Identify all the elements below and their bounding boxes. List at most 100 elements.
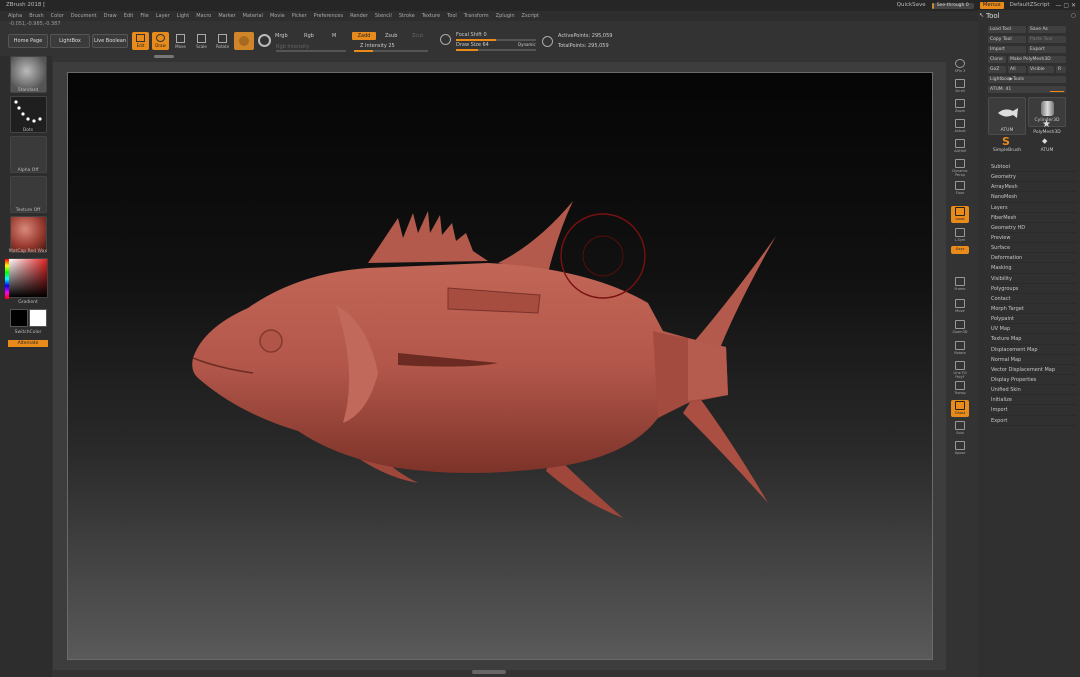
clone-button[interactable]: Clone <box>988 56 1006 63</box>
tuna-model[interactable] <box>68 73 934 661</box>
draw-mode-button[interactable]: Draw <box>152 32 169 50</box>
subpalette-subtool[interactable]: Subtool <box>991 162 1077 173</box>
scroll-button[interactable]: Scroll <box>951 78 969 95</box>
rotate-mode-button[interactable]: Rotate <box>214 32 231 50</box>
subpalette-displacement-map[interactable]: Displacement Map <box>991 345 1077 355</box>
switchcolor-button[interactable]: SwitchColor <box>5 330 51 335</box>
menu-marker[interactable]: Marker <box>218 11 235 21</box>
gxyz-button[interactable]: Gxyz <box>951 246 969 254</box>
transp-button[interactable]: Transp <box>951 380 969 397</box>
menu-macro[interactable]: Macro <box>196 11 211 21</box>
main-color-swatch[interactable] <box>10 309 28 327</box>
menu-alpha[interactable]: Alpha <box>8 11 22 21</box>
subpalette-preview[interactable]: Preview <box>991 233 1077 244</box>
tool-thumb-simplebrush[interactable]: S SimpleBrush <box>988 135 1026 155</box>
mrgb-toggle[interactable]: Mrgb <box>275 33 288 39</box>
all-button[interactable]: All <box>1008 66 1026 73</box>
subpalette-morph-target[interactable]: Morph Target <box>991 304 1077 315</box>
current-tool-slider[interactable]: ATUM. 41 <box>988 86 1066 93</box>
subpalette-initialize[interactable]: Initialize <box>991 395 1077 406</box>
rgb-toggle[interactable]: Rgb <box>304 33 314 39</box>
material-selector[interactable] <box>10 216 47 253</box>
see-through-slider[interactable]: See-through 0 <box>931 2 974 9</box>
palette-close-icon[interactable]: ○ <box>1071 12 1076 19</box>
tool-palette-title[interactable]: Tool <box>986 12 1000 20</box>
m-toggle[interactable]: M <box>332 33 336 39</box>
subpalette-display-properties[interactable]: Display Properties <box>991 375 1077 386</box>
zoom3d-button[interactable]: Zoom3D <box>951 319 969 336</box>
live-boolean-button[interactable]: Live Boolean <box>92 34 128 48</box>
subpalette-fibermesh[interactable]: FiberMesh <box>991 213 1077 223</box>
subpalette-import[interactable]: Import <box>991 405 1077 416</box>
menu-transform[interactable]: Transform <box>464 11 489 21</box>
menu-material[interactable]: Material <box>243 11 263 21</box>
move-mode-button[interactable]: Move <box>172 32 189 50</box>
export-button[interactable]: Export <box>1028 46 1066 53</box>
subpalette-contact[interactable]: Contact <box>991 294 1077 304</box>
subpalette-uv-map[interactable]: UV Map <box>991 324 1077 335</box>
ghost-button[interactable]: Ghost <box>951 400 969 417</box>
menu-draw[interactable]: Draw <box>104 11 117 21</box>
subpalette-geometry[interactable]: Geometry <box>991 172 1077 183</box>
import-button[interactable]: Import <box>988 46 1026 53</box>
subpalette-normal-map[interactable]: Normal Map <box>991 355 1077 365</box>
subpalette-vector-displacement-map[interactable]: Vector Displacement Map <box>991 365 1077 375</box>
move-view-button[interactable]: Move <box>951 298 969 315</box>
local-button[interactable]: Local <box>951 206 969 223</box>
menu-color[interactable]: Color <box>51 11 64 21</box>
menu-edit[interactable]: Edit <box>124 11 134 21</box>
menu-texture[interactable]: Texture <box>422 11 440 21</box>
subpalette-visibility[interactable]: Visibility <box>991 274 1077 284</box>
alternate-button[interactable]: Alternate <box>8 340 48 347</box>
menu-stroke[interactable]: Stroke <box>399 11 415 21</box>
menu-zplugin[interactable]: Zplugin <box>496 11 515 21</box>
rgb-intensity-slider[interactable] <box>276 50 346 52</box>
menu-zscript[interactable]: Zscript <box>522 11 539 21</box>
polyf-button[interactable]: Line Fill PolyF <box>951 360 969 379</box>
menu-file[interactable]: File <box>140 11 148 21</box>
quicksave-button[interactable]: QuickSave <box>897 0 926 11</box>
subpalette-unified-skin[interactable]: Unified Skin <box>991 385 1077 396</box>
menu-light[interactable]: Light <box>177 11 189 21</box>
actual-button[interactable]: Actual <box>951 118 969 135</box>
tool-thumb-atum-small[interactable]: ◆ ATUM <box>1028 137 1066 155</box>
scale-mode-button[interactable]: Scale <box>193 32 210 50</box>
menus-toggle[interactable]: Menus <box>979 2 1004 9</box>
subpalette-deformation[interactable]: Deformation <box>991 253 1077 264</box>
draw-size-slider[interactable] <box>456 49 536 51</box>
copy-tool-button[interactable]: Copy Tool <box>988 36 1026 43</box>
subpalette-geometry-hd[interactable]: Geometry HD <box>991 223 1077 233</box>
r-button[interactable]: R <box>1056 66 1066 73</box>
lsym-button[interactable]: L.Sym <box>951 227 969 244</box>
subpalette-masking[interactable]: Masking <box>991 263 1077 274</box>
menu-layer[interactable]: Layer <box>156 11 170 21</box>
load-tool-button[interactable]: Load Tool <box>988 26 1026 33</box>
subpalette-arraymesh[interactable]: ArrayMesh <box>991 182 1077 193</box>
subpalette-polygroups[interactable]: Polygroups <box>991 284 1077 294</box>
xpose-button[interactable]: Xpose <box>951 440 969 457</box>
save-as-button[interactable]: Save As <box>1028 26 1066 33</box>
spix-button[interactable]: SPix 3 <box>951 58 969 75</box>
paste-tool-button[interactable]: Paste Tool <box>1028 36 1066 43</box>
mrgb-sphere-icon[interactable] <box>258 34 271 47</box>
secondary-color-swatch[interactable] <box>29 309 47 327</box>
goz-button[interactable]: GoZ <box>988 66 1006 73</box>
menu-render[interactable]: Render <box>350 11 368 21</box>
subpalette-layers[interactable]: Layers <box>991 203 1077 213</box>
zoom-button[interactable]: Zoom <box>951 98 969 115</box>
z-intensity-slider[interactable] <box>354 50 428 52</box>
hue-strip[interactable] <box>5 259 9 299</box>
color-picker[interactable] <box>5 258 48 299</box>
menu-tool[interactable]: Tool <box>447 11 457 21</box>
viewport-canvas[interactable] <box>67 72 933 660</box>
shelf-resize-handle[interactable] <box>154 55 174 58</box>
focal-shift-icon[interactable] <box>440 34 451 45</box>
visible-button[interactable]: Visible <box>1028 66 1054 73</box>
subpalette-surface[interactable]: Surface <box>991 243 1077 254</box>
rotate-view-button[interactable]: Rotate <box>951 340 969 357</box>
menu-brush[interactable]: Brush <box>29 11 43 21</box>
menu-movie[interactable]: Movie <box>270 11 285 21</box>
tool-thumb-polymesh[interactable]: ★ PolyMesh3D <box>1028 119 1066 138</box>
solo-button[interactable]: Solo <box>951 420 969 437</box>
subpalette-polypaint[interactable]: Polypaint <box>991 314 1077 325</box>
